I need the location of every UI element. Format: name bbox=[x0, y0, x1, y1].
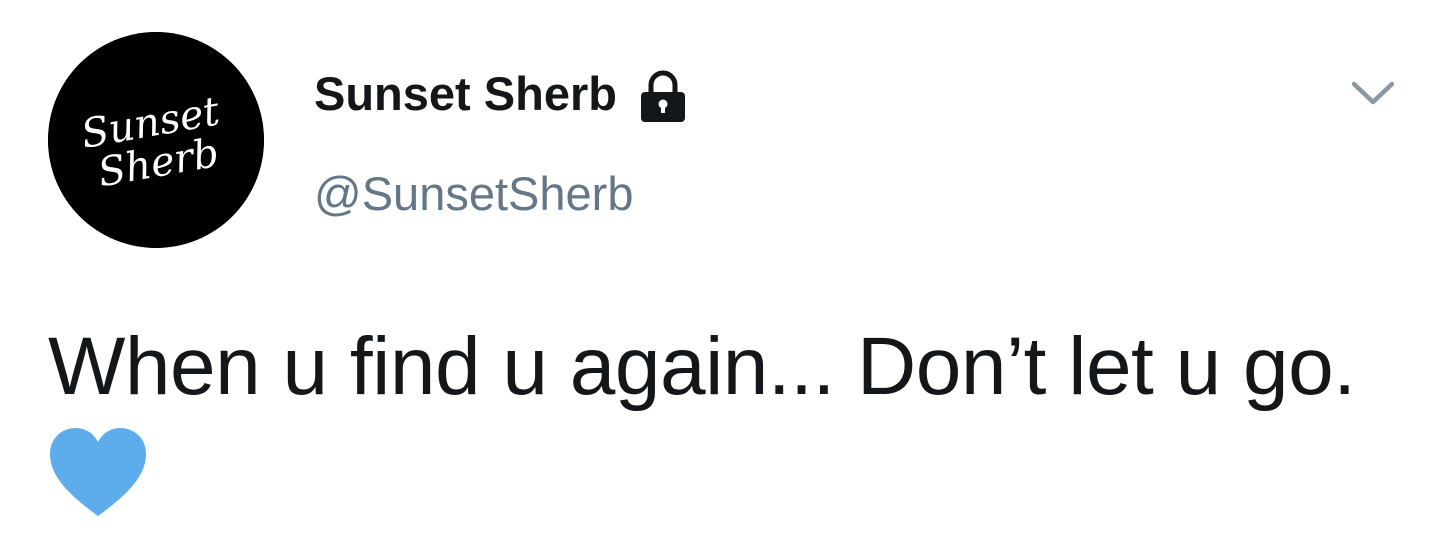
chevron-down-icon bbox=[1351, 81, 1395, 105]
tweet-menu-button[interactable] bbox=[1340, 66, 1406, 120]
avatar-logo: Sunset Sherb bbox=[48, 32, 264, 248]
tweet: Sunset Sherb Sunset Sherb @SunsetSherb W… bbox=[0, 0, 1440, 550]
avatar[interactable]: Sunset Sherb bbox=[48, 32, 264, 248]
tweet-text: When u find u again... Don’t let u go. bbox=[48, 312, 1388, 532]
user-name-row: Sunset Sherb bbox=[314, 64, 689, 124]
lock-icon bbox=[637, 68, 689, 124]
tweet-text-content: When u find u again... Don’t let u go. bbox=[48, 321, 1356, 412]
user-handle[interactable]: @SunsetSherb bbox=[314, 164, 633, 224]
display-name[interactable]: Sunset Sherb bbox=[314, 64, 617, 124]
blue-heart-icon bbox=[48, 426, 148, 522]
